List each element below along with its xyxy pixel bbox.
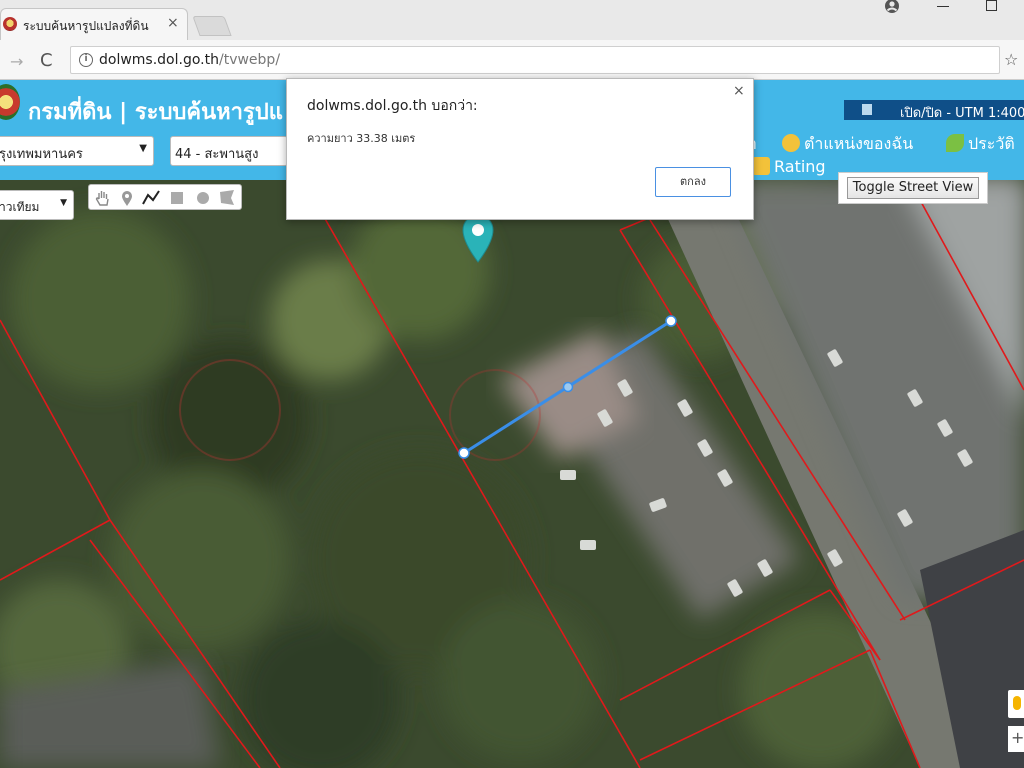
pan-hand-icon[interactable] (93, 188, 113, 208)
ok-button[interactable]: ตกลง (655, 167, 731, 197)
nav-link-my-location[interactable]: ตำแหน่งของฉัน (782, 132, 913, 157)
map-controls: + (1008, 690, 1024, 752)
browser-toolbar: → C i dolwms.dol.go.th/tvwebp/ ☆ (0, 40, 1024, 80)
draw-rectangle-icon[interactable] (167, 188, 187, 208)
chevron-down-icon: ▼ (139, 143, 147, 154)
utm-toggle-checkbox[interactable] (862, 104, 872, 115)
url-path: /tvwebp/ (218, 52, 281, 68)
browser-tab[interactable]: ระบบค้นหารูปแปลงที่ดิน × (0, 8, 188, 40)
drawing-toolbar (88, 184, 242, 210)
satellite-map[interactable] (0, 180, 1024, 768)
nav-link-rating-label: Rating (774, 157, 826, 176)
browser-tabbar: ระบบค้นหารูปแปลงที่ดิน × (0, 0, 1024, 40)
nav-link-rating[interactable]: Rating (752, 157, 826, 176)
place-marker-icon[interactable] (117, 188, 137, 208)
close-icon[interactable]: × (733, 83, 745, 99)
street-view-panel: Toggle Street View (838, 172, 988, 204)
tab-close-icon[interactable]: × (167, 15, 179, 31)
nav-link-my-location-label: ตำแหน่งของฉัน (804, 134, 914, 153)
dialog-message: ความยาว 33.38 เมตร (307, 132, 416, 145)
nav-link-history[interactable]: ประวัติ (946, 132, 1015, 157)
district-select[interactable]: 44 - สะพานสูง (170, 136, 288, 166)
bookmark-star-icon[interactable]: ☆ (1004, 50, 1018, 69)
forward-icon[interactable]: → (10, 52, 23, 71)
province-select[interactable]: รุงเทพมหานคร ▼ (0, 136, 154, 166)
new-tab-button[interactable] (192, 16, 232, 36)
measure-vertex-handle[interactable] (458, 447, 470, 459)
url-text[interactable]: dolwms.dol.go.th/tvwebp/ (99, 52, 280, 68)
map-imagery (0, 180, 1024, 768)
zoom-in-button[interactable]: + (1008, 726, 1024, 752)
chevron-down-icon: ▼ (60, 198, 67, 208)
utm-toggle-button[interactable]: เปิด/ปิด - UTM 1:4000 (844, 100, 1024, 121)
draw-polygon-icon[interactable] (217, 188, 237, 208)
pegman-icon[interactable] (1008, 690, 1024, 718)
draw-circle-icon[interactable] (193, 188, 213, 208)
minimize-icon[interactable] (937, 0, 949, 12)
app-title: กรมที่ดิน | ระบบค้นหารูปแ (28, 100, 283, 125)
maximize-icon[interactable] (986, 0, 997, 11)
alert-dialog: dolwms.dol.go.th บอกว่า: × ความยาว 33.38… (286, 78, 754, 220)
toggle-street-view-button[interactable]: Toggle Street View (847, 177, 979, 199)
map-layer-select[interactable]: าวเทียม ▼ (0, 190, 74, 220)
nav-link-history-label: ประวัติ (968, 134, 1015, 153)
dialog-title: dolwms.dol.go.th บอกว่า: (307, 98, 478, 114)
url-host: dolwms.dol.go.th (99, 52, 219, 68)
province-value: รุงเทพมหานคร (0, 147, 83, 162)
address-bar[interactable]: i dolwms.dol.go.th/tvwebp/ (70, 46, 1000, 74)
sprout-icon (946, 134, 964, 152)
utm-toggle-label: เปิด/ปิด - UTM 1:4000 (900, 106, 1024, 121)
account-icon[interactable] (884, 0, 900, 14)
thumbs-up-icon (752, 157, 770, 175)
measure-midpoint-handle[interactable] (562, 381, 574, 393)
department-logo-icon (0, 84, 20, 120)
tab-title: ระบบค้นหารูปแปลงที่ดิน (23, 19, 149, 33)
draw-line-icon[interactable] (141, 188, 161, 208)
site-favicon-icon (3, 17, 17, 31)
district-value: 44 - สะพานสูง (175, 147, 259, 162)
measure-vertex-handle[interactable] (665, 315, 677, 327)
site-info-icon[interactable]: i (79, 53, 93, 67)
smiley-icon (782, 134, 800, 152)
reload-icon[interactable]: C (40, 50, 53, 71)
map-layer-value: าวเทียม (0, 200, 40, 214)
